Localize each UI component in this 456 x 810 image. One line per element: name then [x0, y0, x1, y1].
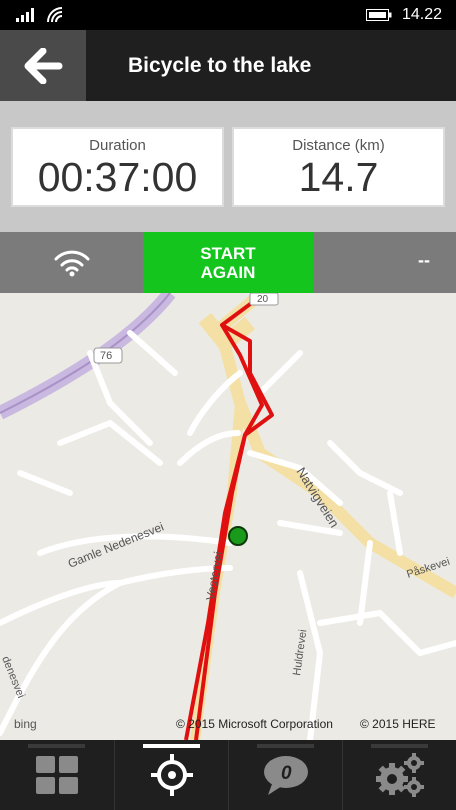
wifi-icon: [47, 7, 63, 22]
status-value: --: [418, 250, 430, 270]
map-attribution: bing © 2015 Microsoft Corporation © 2015…: [0, 715, 456, 735]
road-label-huldrevei: Huldrevei: [291, 629, 309, 677]
start-again-button[interactable]: START AGAIN: [143, 232, 313, 293]
locate-icon: [150, 754, 193, 796]
start-label-line1: START: [200, 243, 256, 263]
comment-count: 0: [281, 763, 292, 784]
distance-value: 14.7: [298, 154, 379, 200]
bing-logo: bing: [14, 717, 37, 731]
nav-item-locate[interactable]: [115, 740, 228, 810]
map-view[interactable]: 76 20 Natvigveien Gamle Nedenesvei Veste…: [0, 293, 456, 740]
here-copyright: © 2015 HERE: [360, 717, 436, 731]
duration-label: Duration: [89, 137, 146, 154]
distance-label: Distance (km): [292, 137, 385, 154]
nav-item-comment[interactable]: 0: [229, 740, 342, 810]
map-canvas: 76 20 Natvigveien Gamle Nedenesvei Veste…: [0, 293, 456, 740]
page-title: Bicycle to the lake: [128, 54, 312, 77]
battery-icon: [366, 9, 392, 21]
signal-icon: [16, 8, 34, 22]
current-position-marker: [228, 526, 248, 546]
duration-value: 00:37:00: [37, 154, 198, 200]
bottom-nav: 0: [0, 740, 456, 810]
start-label-line2: AGAIN: [200, 262, 256, 282]
nav-item-settings[interactable]: [343, 740, 456, 810]
road-label-denesvei: denesvei: [0, 655, 27, 700]
nav-item-grid[interactable]: [0, 740, 113, 810]
stats-panel: Duration 00:37:00 Distance (km) 14.7: [0, 101, 456, 232]
nav-indicator: [257, 744, 314, 748]
arrow-left-icon: [24, 47, 63, 84]
road-label-76: 76: [100, 350, 112, 362]
gps-status: [0, 232, 143, 293]
nav-indicator: [28, 744, 85, 748]
app-header: Bicycle to the lake: [0, 30, 456, 101]
road-label-20: 20: [257, 294, 269, 305]
grid-icon: [35, 756, 78, 794]
control-bar: START AGAIN --: [0, 232, 456, 293]
gps-signal-icon: [54, 250, 89, 276]
settings-icon: [375, 753, 424, 797]
status-bar: 14.22: [0, 0, 456, 30]
nav-indicator: [371, 744, 428, 748]
microsoft-copyright: © 2015 Microsoft Corporation: [176, 717, 333, 731]
nav-indicator-active: [143, 744, 200, 748]
right-status: --: [313, 232, 456, 293]
comment-icon: 0: [263, 756, 308, 795]
distance-card: Distance (km) 14.7: [232, 127, 445, 207]
clock-time: 14.22: [402, 6, 443, 23]
duration-card: Duration 00:37:00: [11, 127, 224, 207]
back-button[interactable]: [0, 30, 86, 101]
road-label-gamle-nedenesvei: Gamle Nedenesvei: [66, 520, 166, 571]
